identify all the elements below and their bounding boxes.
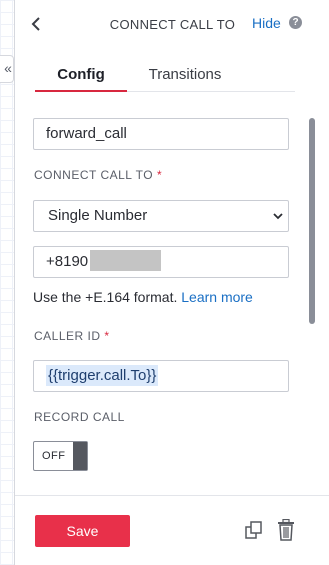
phone-number-input[interactable]: +8190 — [33, 246, 289, 278]
redacted-block — [90, 250, 162, 272]
required-mark: * — [104, 329, 110, 343]
trash-icon[interactable] — [277, 519, 295, 541]
phone-number-value: +8190 — [46, 253, 89, 270]
connect-call-to-select[interactable]: Single Number — [33, 200, 289, 232]
toggle-knob — [73, 442, 87, 470]
save-button[interactable]: Save — [35, 515, 130, 547]
chevron-down-icon — [273, 213, 283, 220]
connect-call-to-label: CONNECT CALL TO * — [34, 168, 162, 182]
widget-config-panel: CONNECT CALL TO Hide ? Config Transition… — [14, 0, 329, 565]
panel-header: CONNECT CALL TO Hide ? — [15, 0, 329, 48]
required-mark: * — [156, 168, 163, 182]
hint-text: Use the +E.164 format. — [33, 289, 178, 305]
scrollbar[interactable] — [309, 118, 315, 324]
toggle-state-label: OFF — [42, 450, 66, 462]
panel-title: CONNECT CALL TO — [109, 17, 236, 32]
learn-more-link[interactable]: Learn more — [181, 289, 253, 305]
help-icon[interactable]: ? — [289, 16, 302, 29]
tab-bar: Config Transitions — [35, 64, 295, 92]
caller-id-input[interactable]: {{trigger.call.To}} — [33, 360, 289, 392]
collapse-icon: « — [4, 60, 12, 76]
hide-link[interactable]: Hide — [252, 15, 281, 31]
caller-id-label-text: CALLER ID — [34, 329, 101, 343]
tab-config[interactable]: Config — [35, 64, 127, 92]
caller-id-label: CALLER ID * — [34, 329, 110, 343]
connect-call-to-label-text: CONNECT CALL TO — [34, 168, 154, 182]
record-call-toggle[interactable]: OFF — [33, 441, 88, 471]
panel-footer: Save — [15, 495, 329, 565]
tab-transitions[interactable]: Transitions — [135, 64, 235, 92]
phone-format-hint: Use the +E.164 format. Learn more — [33, 289, 253, 305]
caller-id-value: {{trigger.call.To}} — [46, 365, 159, 386]
duplicate-icon[interactable] — [244, 520, 264, 540]
collapse-panel-button[interactable]: « — [0, 55, 14, 83]
widget-name-input[interactable]: forward_call — [33, 118, 289, 150]
record-call-label: RECORD CALL — [34, 410, 125, 424]
connect-call-to-selected: Single Number — [48, 207, 148, 224]
